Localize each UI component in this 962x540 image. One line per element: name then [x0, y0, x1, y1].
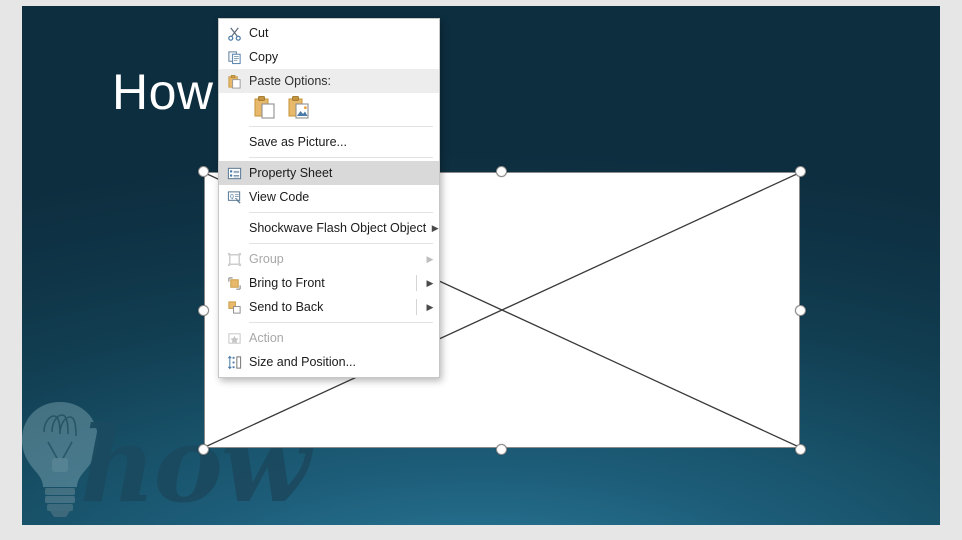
- menu-item-size-and-position[interactable]: Size and Position...: [219, 350, 439, 374]
- slide-canvas[interactable]: how How t works ?: [22, 6, 940, 525]
- menu-separator-5: [249, 322, 433, 323]
- menu-separator-1: [249, 126, 433, 127]
- menu-item-shockwave-flash-object-object[interactable]: Shockwave Flash Object Object ▶: [219, 216, 439, 240]
- menu-item-save-as-picture[interactable]: Save as Picture...: [219, 130, 439, 154]
- menu-item-copy[interactable]: Copy: [219, 45, 439, 69]
- menu-item-property-sheet-label: Property Sheet: [249, 166, 333, 180]
- bring-to-front-icon: [219, 271, 249, 295]
- send-to-back-divider: [416, 299, 417, 315]
- property-sheet-icon: [219, 161, 249, 185]
- menu-item-view-code[interactable]: Q View Code: [219, 185, 439, 209]
- copy-icon: [219, 45, 249, 69]
- shockwave-icon-spacer: [219, 216, 249, 240]
- submenu-arrow-group-icon: ▶: [426, 253, 434, 264]
- menu-item-bring-to-front-label: Bring to Front: [249, 276, 325, 290]
- menu-separator-3: [249, 212, 433, 213]
- scissors-icon: [219, 21, 249, 45]
- menu-separator-2: [249, 157, 433, 158]
- resize-handle-bottom-left[interactable]: [198, 444, 209, 455]
- resize-handle-middle-left[interactable]: [198, 305, 209, 316]
- paste-picture-button[interactable]: [287, 95, 311, 122]
- paste-keep-source-formatting-button[interactable]: [253, 95, 277, 122]
- clipboard-icon: [219, 69, 249, 93]
- menu-item-group-label: Group: [249, 252, 284, 266]
- menu-item-cut-label: Cut: [249, 26, 269, 40]
- submenu-arrow-send-to-back-icon: ▶: [426, 301, 434, 312]
- resize-handle-top-right[interactable]: [795, 166, 806, 177]
- menu-item-paste-options: Paste Options:: [219, 69, 439, 93]
- size-position-icon: [219, 350, 249, 374]
- menu-item-size-and-position-label: Size and Position...: [249, 355, 357, 369]
- resize-handle-top-left[interactable]: [198, 166, 209, 177]
- menu-item-property-sheet[interactable]: Property Sheet: [219, 161, 439, 185]
- menu-separator-4: [249, 243, 433, 244]
- view-code-icon: Q: [219, 185, 249, 209]
- svg-text:Q: Q: [230, 192, 234, 200]
- resize-handle-bottom-center[interactable]: [496, 444, 507, 455]
- resize-handle-bottom-right[interactable]: [795, 444, 806, 455]
- powerpoint-slide-editor: how How t works ?: [0, 0, 962, 540]
- menu-item-bring-to-front[interactable]: Bring to Front ▶: [219, 271, 439, 295]
- paste-options-row[interactable]: [219, 93, 439, 123]
- menu-item-cut[interactable]: Cut: [219, 21, 439, 45]
- save-as-picture-icon-spacer: [219, 130, 249, 154]
- resize-handle-middle-right[interactable]: [795, 305, 806, 316]
- submenu-arrow-shockwave-icon: ▶: [431, 222, 439, 233]
- menu-item-paste-options-label: Paste Options:: [249, 74, 331, 88]
- submenu-arrow-bring-to-front-icon: ▶: [426, 277, 434, 288]
- send-to-back-icon: [219, 295, 249, 319]
- menu-item-action-label: Action: [249, 331, 284, 345]
- action-star-icon: [219, 326, 249, 350]
- menu-item-action: Action: [219, 326, 439, 350]
- menu-item-save-as-picture-label: Save as Picture...: [249, 135, 347, 149]
- resize-handle-top-center[interactable]: [496, 166, 507, 177]
- menu-item-copy-label: Copy: [249, 50, 279, 64]
- bring-to-front-divider: [416, 275, 417, 291]
- group-icon: [219, 247, 249, 271]
- menu-item-shockwave-label: Shockwave Flash Object Object: [249, 221, 427, 235]
- lightbulb-icon: [22, 398, 106, 523]
- menu-item-view-code-label: View Code: [249, 190, 310, 204]
- context-menu[interactable]: Cut Copy Paste Options: Save as Picture.…: [218, 18, 440, 378]
- menu-item-send-to-back-label: Send to Back: [249, 300, 324, 314]
- menu-item-send-to-back[interactable]: Send to Back ▶: [219, 295, 439, 319]
- menu-item-group: Group ▶: [219, 247, 439, 271]
